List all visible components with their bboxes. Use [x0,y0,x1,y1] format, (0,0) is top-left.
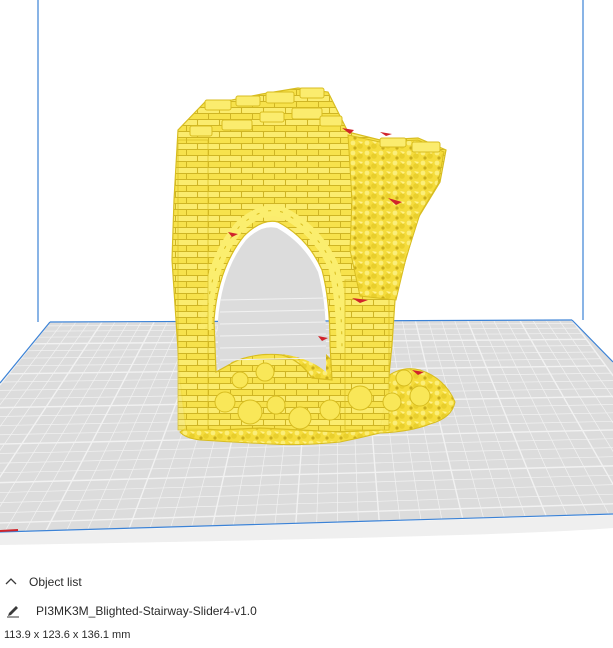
object-list-toggle[interactable]: Object list [2,573,82,591]
loose-brick [319,115,343,127]
rubble-chunk [409,385,431,407]
loose-brick [235,95,261,107]
object-list-title: Object list [29,575,82,589]
overhang-highlight [380,132,392,136]
loose-brick [189,125,213,137]
rubble-chunk [288,406,312,430]
rubble-chunk [266,395,286,415]
crumbled-section [347,134,445,301]
rubble-chunk [319,399,341,421]
loose-brick [411,141,441,153]
loose-brick [379,137,407,148]
loose-brick [221,119,253,131]
loose-brick [299,87,325,99]
loose-brick [204,99,232,111]
loose-brick [259,111,285,123]
3d-viewport[interactable] [0,0,613,560]
object-name: PI3MK3M_Blighted-Stairway-Slider4-v1.0 [36,604,257,618]
pencil-icon[interactable] [4,602,22,620]
model-ruined-archway [171,87,456,446]
rubble-chunk [382,392,402,412]
rubble-chunk [214,391,236,413]
rubble-chunk [347,385,373,411]
object-row: PI3MK3M_Blighted-Stairway-Slider4-v1.0 [4,602,257,620]
loose-brick [265,91,295,104]
chevron-up-icon [2,573,20,591]
object-panel: Object list PI3MK3M_Blighted-Stairway-Sl… [0,560,613,648]
rubble-chunk [395,369,413,387]
object-dimensions: 113.9 x 123.6 x 136.1 mm [4,629,131,641]
cura-window: Object list PI3MK3M_Blighted-Stairway-Sl… [0,0,613,648]
left-pillar [177,139,209,431]
x-axis-indicator [0,529,19,532]
rubble-chunk [237,399,263,425]
rubble-chunk [231,371,249,389]
rubble-chunk [255,362,275,382]
loose-brick [291,107,323,120]
